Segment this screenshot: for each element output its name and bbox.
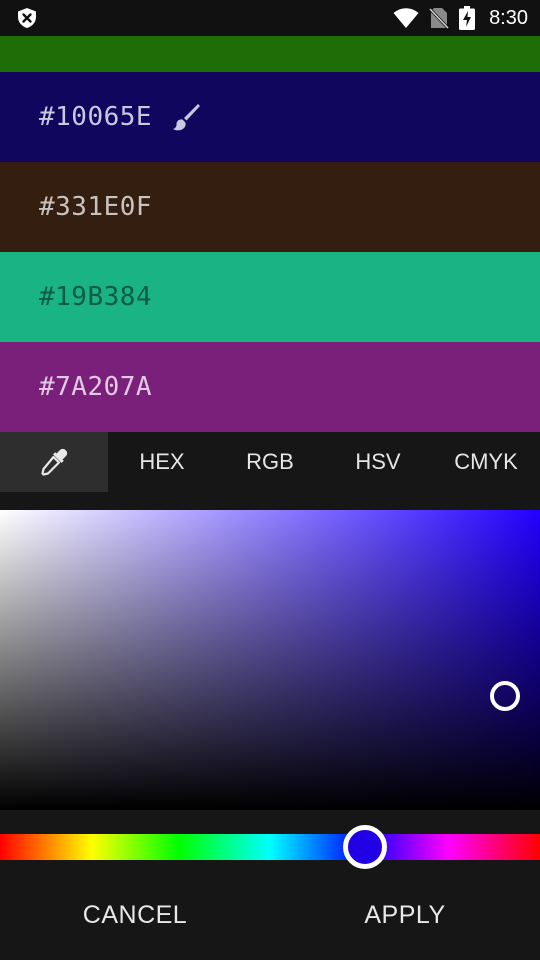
swatch-label: #331E0F [39,192,153,222]
saturation-value-handle[interactable] [490,681,520,711]
battery-charging-icon [459,6,476,30]
hue-slider[interactable] [0,834,540,860]
status-time: 8:30 [489,6,528,29]
color-swatch-list[interactable]: #1E7A08 #10065E #331E0F #19B384 #7A207A [0,36,540,432]
dialog-actions: CANCEL APPLY [0,870,540,960]
tab-hsv[interactable]: HSV [324,432,432,492]
swatch-7a207a[interactable]: #7A207A [0,342,540,432]
brush-icon[interactable] [170,101,202,133]
cancel-button[interactable]: CANCEL [0,870,270,960]
swatch-label: #7A207A [39,372,153,402]
swatch-331e0f[interactable]: #331E0F [0,162,540,252]
tab-eyedropper[interactable] [0,432,108,492]
tab-hex[interactable]: HEX [108,432,216,492]
tab-cmyk[interactable]: CMYK [432,432,540,492]
eyedropper-icon [41,448,68,476]
swatch-1e7a08[interactable]: #1E7A08 [0,36,540,72]
no-sim-icon [429,7,450,29]
swatch-label: #19B384 [39,282,153,312]
wifi-icon [393,8,419,28]
swatch-label: #10065E [39,102,153,132]
shield-icon [18,8,36,28]
apply-button[interactable]: APPLY [270,870,540,960]
swatch-label: #1E7A08 [39,36,152,42]
color-mode-tabs: HEX RGB HSV CMYK [0,432,540,492]
hue-slider-handle[interactable] [343,825,387,869]
swatch-10065e[interactable]: #10065E [0,72,540,162]
status-bar: 8:30 [0,0,540,36]
saturation-value-picker[interactable] [0,510,540,810]
tab-rgb[interactable]: RGB [216,432,324,492]
swatch-19b384[interactable]: #19B384 [0,252,540,342]
